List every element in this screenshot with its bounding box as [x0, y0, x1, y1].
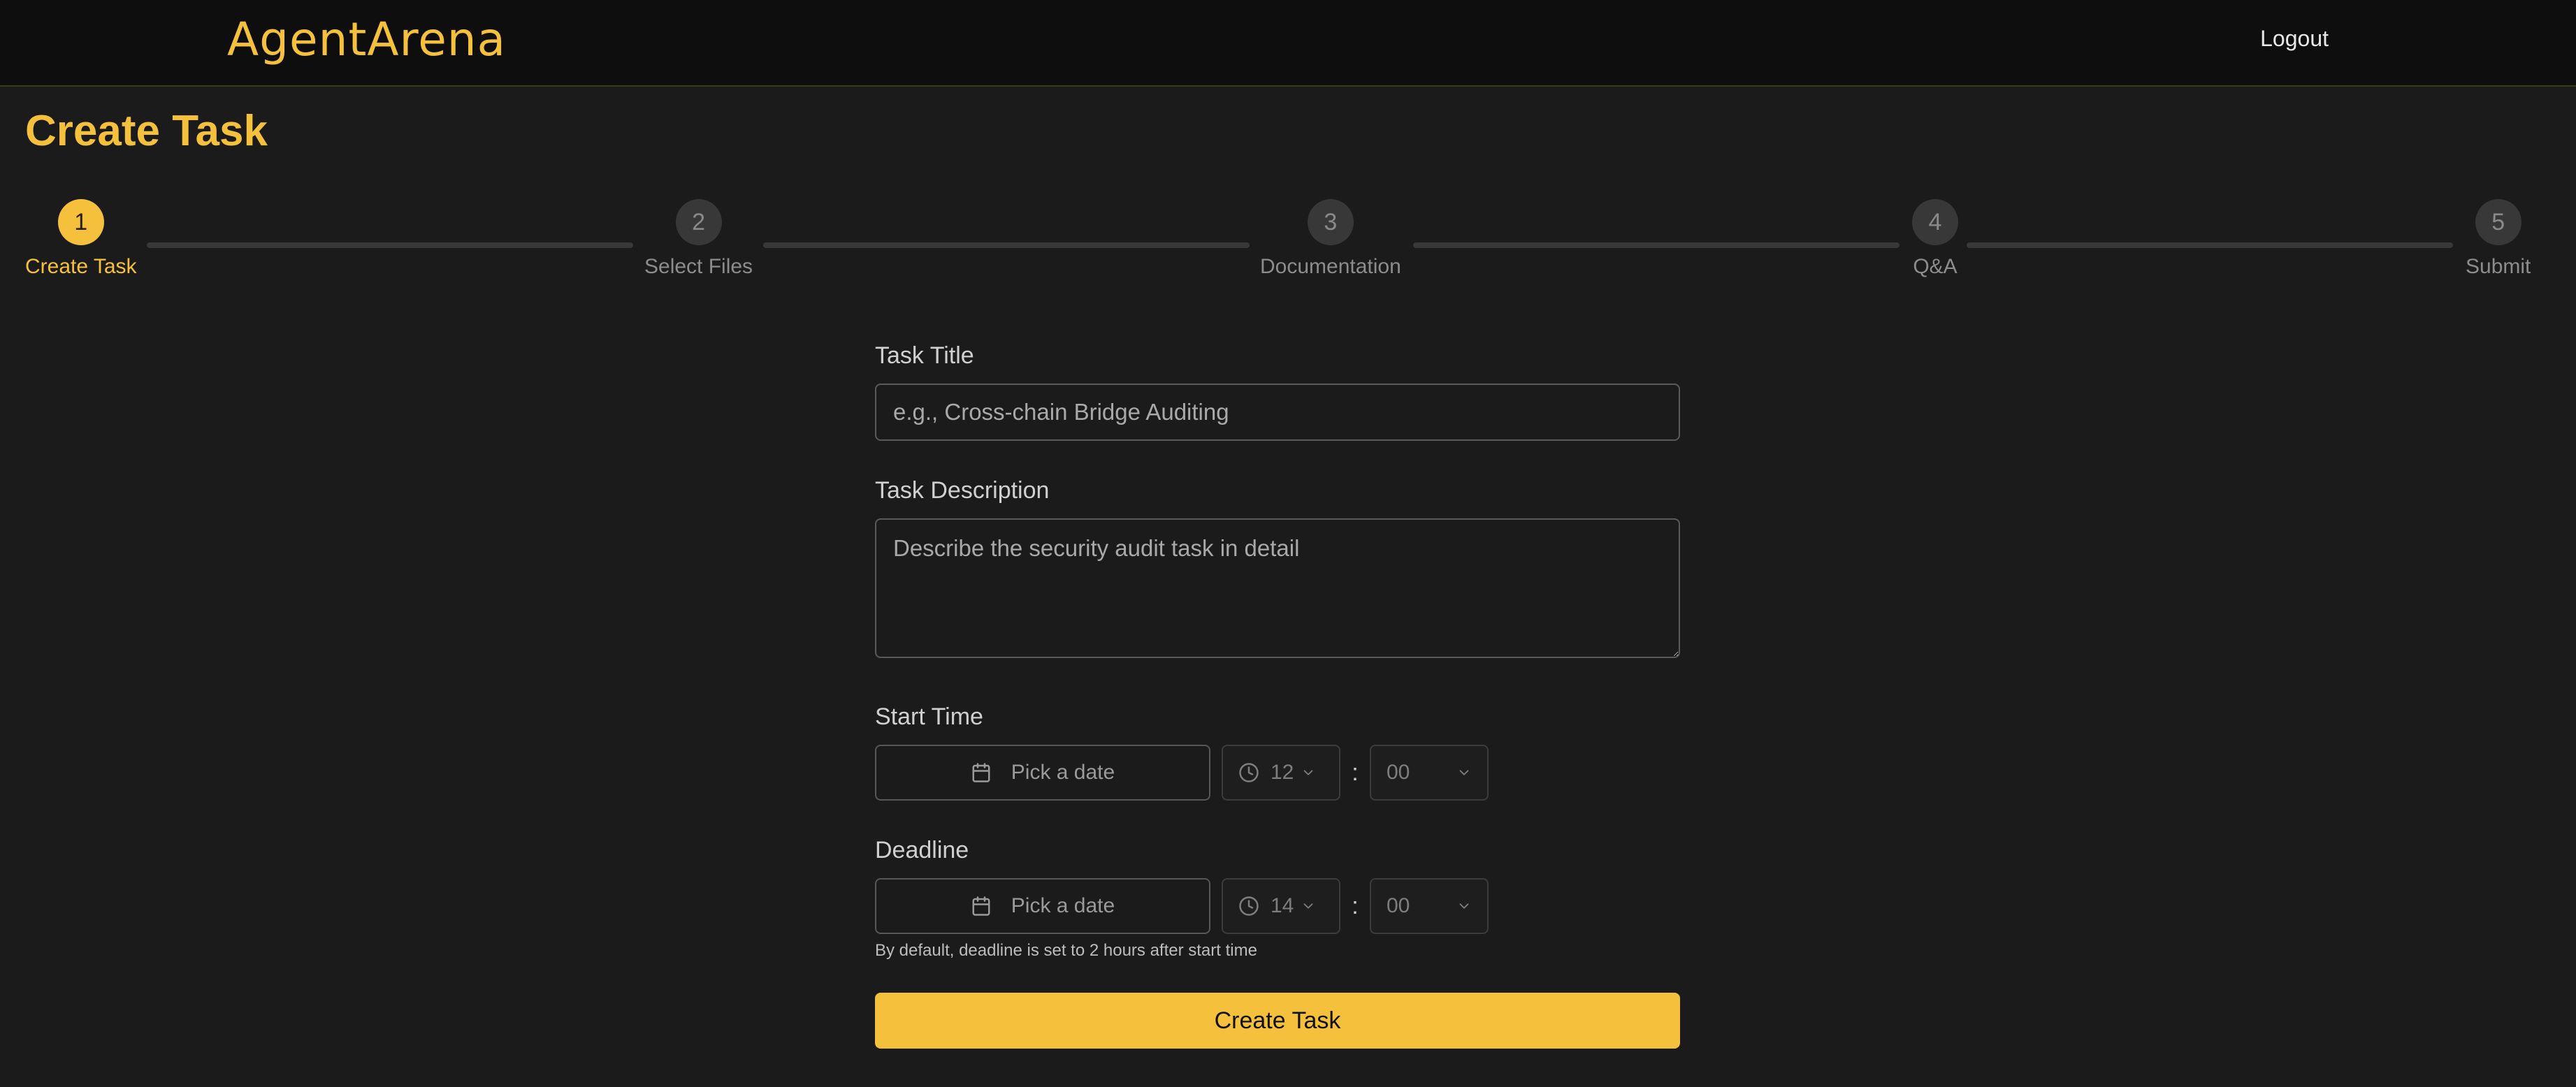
step-select-files[interactable]: 2 Select Files [644, 199, 753, 279]
minute-value: 00 [1387, 894, 1410, 917]
time-separator: : [1352, 892, 1359, 919]
step-documentation[interactable]: 3 Documentation [1260, 199, 1401, 279]
deadline-row: Pick a date 14 : 00 [875, 878, 1680, 934]
task-title-label: Task Title [875, 342, 974, 369]
clock-icon [1239, 763, 1259, 782]
task-description-input[interactable] [875, 518, 1680, 658]
start-hour-select[interactable]: 12 [1222, 745, 1340, 801]
chevron-down-icon [1303, 903, 1313, 909]
hour-value: 14 [1271, 894, 1294, 917]
clock-icon [1239, 896, 1259, 916]
app-logo[interactable]: AgentArena [227, 13, 506, 66]
chevron-down-icon [1303, 770, 1313, 775]
step-submit[interactable]: 5 Submit [2466, 199, 2531, 279]
deadline-minute-select[interactable]: 00 [1370, 878, 1489, 934]
chevron-down-icon [1459, 770, 1469, 775]
page-title: Create Task [25, 107, 268, 155]
step-create-task[interactable]: 1 Create Task [25, 199, 137, 279]
task-description-label: Task Description [875, 477, 1050, 504]
step-label: Select Files [644, 255, 753, 278]
deadline-hour-select[interactable]: 14 [1222, 878, 1340, 934]
progress-stepper: 1 Create Task 2 Select Files 3 Documenta… [0, 199, 2576, 290]
date-placeholder: Pick a date [1011, 761, 1115, 784]
step-label: Create Task [25, 255, 137, 278]
logout-button[interactable]: Logout [2260, 26, 2329, 52]
step-number: 3 [1307, 199, 1354, 245]
step-number: 4 [1912, 199, 1958, 245]
stepper-connector [147, 242, 633, 248]
start-minute-select[interactable]: 00 [1370, 745, 1489, 801]
chevron-down-icon [1459, 903, 1469, 909]
step-number: 5 [2475, 199, 2521, 245]
step-number: 2 [675, 199, 722, 245]
minute-value: 00 [1387, 761, 1410, 784]
start-time-label: Start Time [875, 703, 983, 730]
start-date-picker[interactable]: Pick a date [875, 745, 1210, 801]
stepper-connector [763, 242, 1250, 248]
deadline-label: Deadline [875, 837, 969, 863]
time-separator: : [1352, 759, 1359, 786]
step-label: Documentation [1260, 255, 1401, 278]
step-number: 1 [57, 199, 104, 245]
start-time-row: Pick a date 12 : 00 [875, 745, 1680, 801]
step-label: Submit [2466, 255, 2531, 278]
deadline-date-picker[interactable]: Pick a date [875, 878, 1210, 934]
hour-value: 12 [1271, 761, 1294, 784]
create-task-button[interactable]: Create Task [875, 993, 1680, 1049]
step-qa[interactable]: 4 Q&A [1912, 199, 1958, 279]
date-placeholder: Pick a date [1011, 894, 1115, 917]
calendar-icon [972, 896, 990, 916]
stepper-connector [1413, 242, 1900, 248]
deadline-hint: By default, deadline is set to 2 hours a… [875, 941, 1257, 960]
task-title-input[interactable] [875, 384, 1680, 441]
top-navbar: AgentArena Logout [0, 0, 2576, 87]
calendar-icon [972, 763, 990, 782]
step-label: Q&A [1913, 255, 1958, 278]
stepper-connector [1967, 242, 2453, 248]
create-task-form: Task Title Task Description Start Time P… [875, 342, 1680, 1049]
